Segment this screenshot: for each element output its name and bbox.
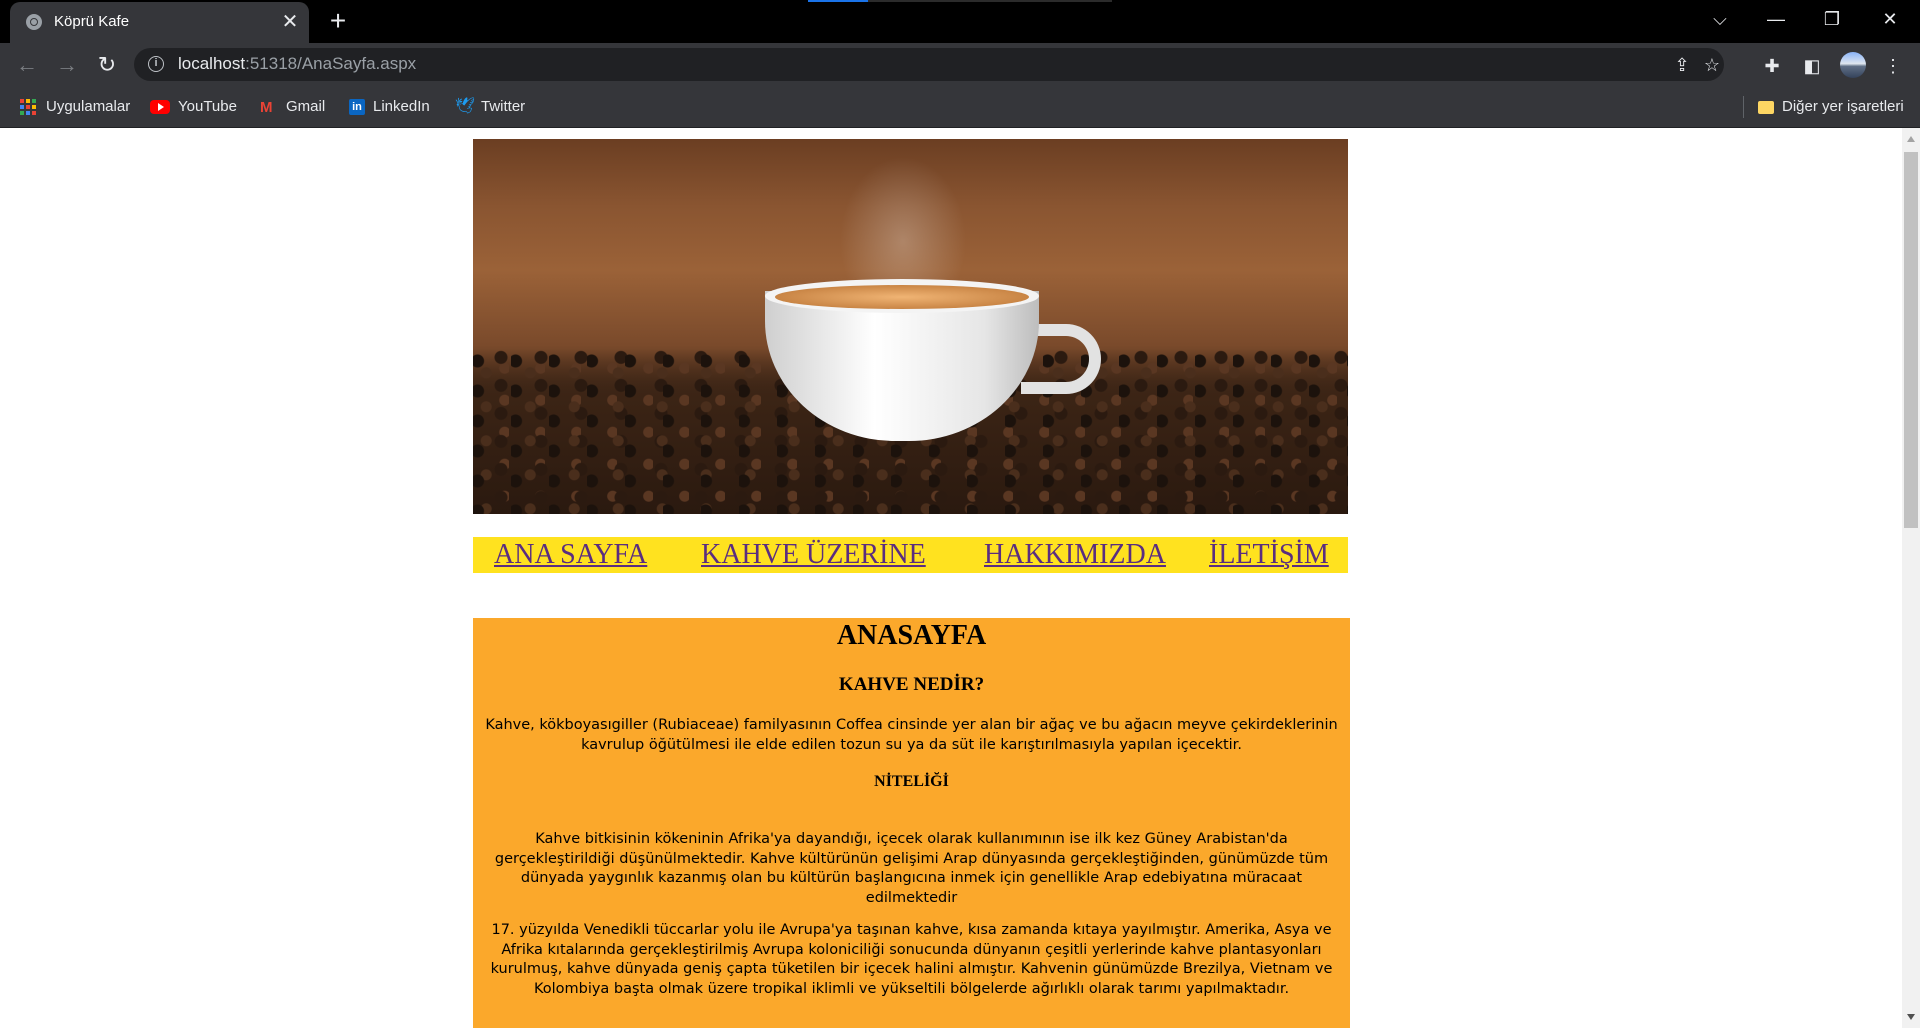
other-bookmarks-folder[interactable]: Diğer yer işaretleri [1758, 95, 1904, 119]
url-path: :51318/AnaSayfa.aspx [245, 54, 417, 73]
extensions-icon[interactable]: ✚ [1759, 53, 1785, 79]
bookmark-apps[interactable]: Uygulamalar [20, 95, 130, 119]
bookmark-label: Uygulamalar [46, 98, 131, 115]
page-title: ANASAYFA [836, 620, 987, 651]
close-window-button[interactable]: ✕ [1862, 0, 1918, 38]
tab-strip: Köprü Kafe ✕ + ⌵ — ❐ ✕ [0, 0, 1920, 43]
nav-about-us-link[interactable]: HAKKIMIZDA [984, 539, 1166, 571]
page-scrollbar[interactable] [1902, 128, 1920, 1028]
globe-icon [26, 14, 42, 30]
address-bar[interactable]: i localhost:51318/AnaSayfa.aspx ⇪ ☆ [134, 48, 1724, 81]
bookmark-label: Twitter [481, 98, 526, 115]
scroll-up-arrow-icon[interactable] [1907, 136, 1915, 142]
content-panel: ANASAYFA KAHVE NEDİR? Kahve, kökboyasıgi… [473, 618, 1350, 1028]
youtube-icon [150, 100, 170, 115]
bookmark-linkedin[interactable]: in LinkedIn [349, 95, 430, 119]
url-text[interactable]: localhost:51318/AnaSayfa.aspx [178, 54, 416, 74]
bookmark-label: YouTube [178, 98, 237, 115]
new-tab-button[interactable]: + [322, 6, 354, 38]
folder-icon [1758, 100, 1774, 114]
tab-search-button[interactable]: ⌵ [1692, 0, 1748, 38]
coffee-surface [775, 285, 1029, 309]
nav-about-coffee-link[interactable]: KAHVE ÜZERİNE [701, 539, 926, 571]
share-icon[interactable]: ⇪ [1670, 53, 1694, 77]
close-tab-icon[interactable]: ✕ [278, 10, 302, 34]
scroll-down-arrow-icon[interactable] [1907, 1014, 1915, 1020]
gmail-icon: M [260, 98, 273, 116]
url-host: localhost [178, 54, 246, 73]
section-heading-what: KAHVE NEDİR? [838, 674, 985, 695]
reload-button[interactable]: ↻ [92, 50, 122, 80]
section-heading-quality: NİTELİĞİ [874, 773, 949, 790]
bookmark-star-icon[interactable]: ☆ [1700, 53, 1724, 77]
paragraph-what: Kahve, kökboyasıgiller (Rubiaceae) famil… [485, 717, 1338, 753]
bookmark-twitter[interactable]: 🕊 Twitter [455, 95, 525, 119]
apps-grid-icon [20, 99, 36, 116]
scroll-thumb[interactable] [1904, 152, 1918, 528]
tab-strip-indicator-track [868, 0, 1112, 2]
browser-toolbar: ← → ↻ i localhost:51318/AnaSayfa.aspx ⇪ … [0, 43, 1920, 86]
bookmarks-separator [1743, 96, 1744, 118]
bookmark-label: LinkedIn [373, 98, 430, 115]
forward-button[interactable]: → [52, 50, 82, 80]
site-nav: ANA SAYFA KAHVE ÜZERİNE HAKKIMIZDA İLETİ… [473, 537, 1348, 573]
nav-contact-link[interactable]: İLETİŞİM [1209, 539, 1329, 571]
bookmark-youtube[interactable]: YouTube [150, 95, 237, 119]
page-viewport: ANA SAYFA KAHVE ÜZERİNE HAKKIMIZDA İLETİ… [0, 128, 1902, 1028]
side-panel-icon[interactable]: ◧ [1799, 53, 1825, 79]
hero-coffee-image [473, 139, 1348, 514]
twitter-bird-icon: 🕊 [455, 98, 476, 116]
site-info-icon[interactable]: i [148, 56, 164, 72]
linkedin-icon: in [349, 99, 365, 116]
tab-strip-indicator [808, 0, 868, 2]
profile-avatar[interactable] [1840, 52, 1866, 78]
paragraph-quality-2: 17. yüzyılda Venedikli tüccarlar yolu il… [490, 922, 1333, 997]
back-button[interactable]: ← [12, 50, 42, 80]
browser-tab[interactable]: Köprü Kafe ✕ [10, 2, 309, 43]
paragraph-quality-1: Kahve bitkisinin kökeninin Afrika'ya day… [494, 831, 1329, 906]
tab-title: Köprü Kafe [54, 13, 130, 30]
nav-home-link[interactable]: ANA SAYFA [494, 539, 647, 571]
bookmark-label: Gmail [286, 98, 326, 115]
bookmarks-bar: Uygulamalar YouTube M Gmail in LinkedIn 🕊 T… [0, 86, 1920, 128]
menu-kebab-icon[interactable]: ⋮ [1880, 53, 1906, 79]
minimize-button[interactable]: — [1748, 0, 1804, 38]
bookmark-gmail[interactable]: M Gmail [260, 95, 325, 119]
restore-button[interactable]: ❐ [1804, 0, 1860, 38]
other-bookmarks-label: Diğer yer işaretleri [1782, 98, 1904, 115]
